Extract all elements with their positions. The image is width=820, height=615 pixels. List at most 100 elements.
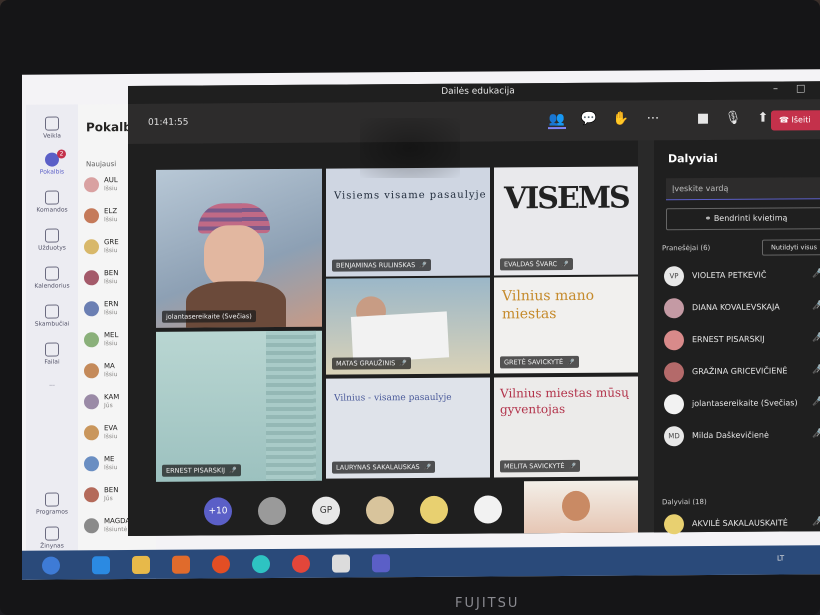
mic-off-icon: 🎤̸ <box>812 517 820 528</box>
more-participants-bubble[interactable]: +10 <box>204 497 232 526</box>
participant-name: DIANA KOVALEVSKAJA <box>692 302 780 313</box>
presenters-section-header[interactable]: Pranešėjai (6) <box>662 244 710 252</box>
participant-avatar-initials[interactable]: GP <box>312 496 340 525</box>
phone-hangup-icon: ☎ <box>779 115 792 125</box>
sign-text: Vilnius miestas mūsų gyventojas <box>500 385 629 417</box>
mic-off-icon: 🎤̸ <box>561 260 569 269</box>
share-invite-button[interactable]: ⚭ Bendrinti kvietimą <box>666 207 820 231</box>
chat-name: ERN <box>104 300 119 309</box>
folder-icon[interactable] <box>132 555 150 575</box>
participant-row[interactable]: MD Milda Daškevičienė 🎤̸ <box>664 423 820 450</box>
video-grid: jolantasereikaite (Svečias) Visiems visa… <box>128 140 638 537</box>
reactions-icon[interactable]: ✋ <box>612 111 630 129</box>
rail-item-assignments[interactable]: Užduotys <box>26 228 78 252</box>
unread-badge: 2 <box>57 149 66 159</box>
chat-preview: Išsiu <box>104 464 118 472</box>
participant-name: VIOLETA PETKEVIČ <box>692 270 767 281</box>
rail-label: Pokalbis <box>39 168 65 176</box>
tile-name-label: BENJAMINAS RULINSKAS 🎤̸ <box>332 258 431 272</box>
video-tile[interactable]: MATAS GRAUŽINIS 🎤̸ <box>326 277 490 375</box>
attendees-section-header[interactable]: Dalyviai (18) <box>662 498 707 506</box>
avatar: VP <box>664 266 684 287</box>
camera-icon[interactable]: ■ <box>694 110 712 128</box>
participant-row[interactable]: AKVILĖ SAKALAUSKAITĖ 🎤̸ <box>664 511 820 538</box>
chrome-icon[interactable] <box>292 554 310 573</box>
rail-item-files[interactable]: Failai <box>26 342 78 366</box>
leave-label: Išeiti <box>791 115 811 125</box>
rail-item-calls[interactable]: Skambučiai <box>26 304 78 328</box>
participant-avatar[interactable] <box>258 496 286 526</box>
share-screen-icon[interactable]: ⬆ <box>754 110 772 128</box>
participant-name: ERNEST PISARSKIJ <box>692 334 765 345</box>
rail-item-chat[interactable]: 2 Pokalbis <box>26 149 78 176</box>
chat-name: GRE <box>104 238 119 247</box>
edge-icon[interactable] <box>252 555 270 574</box>
mute-all-button[interactable]: Nutildyti visus <box>762 239 820 256</box>
language-indicator[interactable]: LT <box>777 554 784 562</box>
chat-name: MEL <box>104 331 119 340</box>
chat-name: BEN <box>104 269 119 278</box>
video-tile[interactable]: Vilnius mano miestas GRETĖ SAVICKYTĖ 🎤̸ <box>494 276 638 374</box>
media-icon[interactable] <box>172 555 190 574</box>
chat-preview: Išsiu <box>104 433 118 441</box>
share-icon: ⚭ <box>704 213 714 224</box>
rail-item-calendar[interactable]: Kalendorius <box>26 266 78 290</box>
participant-avatar[interactable] <box>366 496 394 525</box>
calculator-icon[interactable] <box>332 554 350 573</box>
rail-item-apps[interactable]: Programos <box>26 492 78 516</box>
rail-item-more[interactable]: ... <box>26 380 78 388</box>
chat-preview: Išsiu <box>104 278 118 286</box>
chat-preview: Išsiu <box>104 371 118 379</box>
share-invite-label: Bendrinti kvietimą <box>713 213 788 223</box>
participant-row[interactable]: ERNEST PISARSKIJ 🎤̸ <box>664 327 820 354</box>
participant-row[interactable]: GRAŽINA GRICEVIČIENĖ 🎤̸ <box>664 359 820 386</box>
mic-off-icon: 🎤̸ <box>229 467 237 475</box>
more-actions-icon[interactable]: ··· <box>644 110 662 128</box>
start-icon[interactable] <box>42 556 60 575</box>
participant-name: GRAŽINA GRICEVIČIENĖ <box>692 366 788 377</box>
maximize-icon[interactable]: □ <box>796 83 805 94</box>
mic-off-icon: 🎤̸ <box>419 261 427 270</box>
chat-preview: Išsiu <box>104 247 118 255</box>
calendar-icon <box>45 266 59 281</box>
participant-avatar[interactable] <box>420 495 448 525</box>
tile-name-label: MELITA SAVICKYTĖ 🎤̸ <box>500 459 580 473</box>
participant-row[interactable]: jolantasereikaite (Svečias) 🎤 <box>664 391 820 418</box>
rail-item-teams[interactable]: Komandos <box>26 190 78 214</box>
participant-row[interactable]: VP VIOLETA PETKEVIČ 🎤 <box>664 263 820 290</box>
avatar <box>84 239 99 255</box>
chat-name: AUL <box>104 176 118 185</box>
self-view-tile[interactable] <box>524 480 638 534</box>
leave-button[interactable]: ☎ Išeiti <box>771 110 820 131</box>
video-tile[interactable]: Vilnius - visame pasaulyje LAURYNAS SAKA… <box>326 377 490 479</box>
video-tile[interactable]: Visiems visame pasaulyje BENJAMINAS RULI… <box>326 167 490 277</box>
tile-name-label: GRETĖ SAVICKYTĖ 🎤̸ <box>500 355 579 369</box>
participant-row[interactable]: DIANA KOVALEVSKAJA 🎤̸ <box>664 295 820 322</box>
avatar <box>84 301 99 317</box>
meeting-window: Dailės edukacija – □ 01:41:55 👥 💬 ✋ ··· … <box>128 81 820 538</box>
video-tile[interactable]: jolantasereikaite (Svečias) <box>156 168 322 328</box>
video-tile[interactable]: Vilnius miestas mūsų gyventojas MELITA S… <box>494 376 638 478</box>
mic-on-icon: 🎤 <box>812 269 820 280</box>
meeting-timer: 01:41:55 <box>148 117 189 128</box>
participant-avatar[interactable] <box>474 495 502 524</box>
video-tile[interactable]: ERNEST PISARSKIJ 🎤̸ <box>156 330 322 482</box>
participant-search-input[interactable]: Įveskite vardą <box>666 177 820 201</box>
tile-name-label: jolantasereikaite (Svečias) <box>162 310 256 323</box>
rail-item-help[interactable]: Žinynas <box>26 526 78 550</box>
participants-icon[interactable]: 👥 <box>548 110 566 130</box>
minimize-icon[interactable]: – <box>773 84 778 95</box>
avatar <box>84 456 99 472</box>
avatar <box>84 487 99 503</box>
avatar <box>84 208 99 224</box>
video-tile[interactable]: VISEMS EVALDAS ŠVARC 🎤̸ <box>494 166 638 276</box>
teams-taskbar-icon[interactable] <box>372 554 390 573</box>
avatar <box>84 425 99 441</box>
firefox-icon[interactable] <box>212 555 230 574</box>
microphone-icon[interactable]: 🎙 <box>724 110 742 128</box>
rail-label: Žinynas <box>40 542 64 550</box>
chat-icon[interactable]: 💬 <box>580 111 598 129</box>
avatar <box>664 330 684 351</box>
ie-icon[interactable] <box>92 556 110 575</box>
rail-item-activity[interactable]: Veikla <box>26 116 78 140</box>
